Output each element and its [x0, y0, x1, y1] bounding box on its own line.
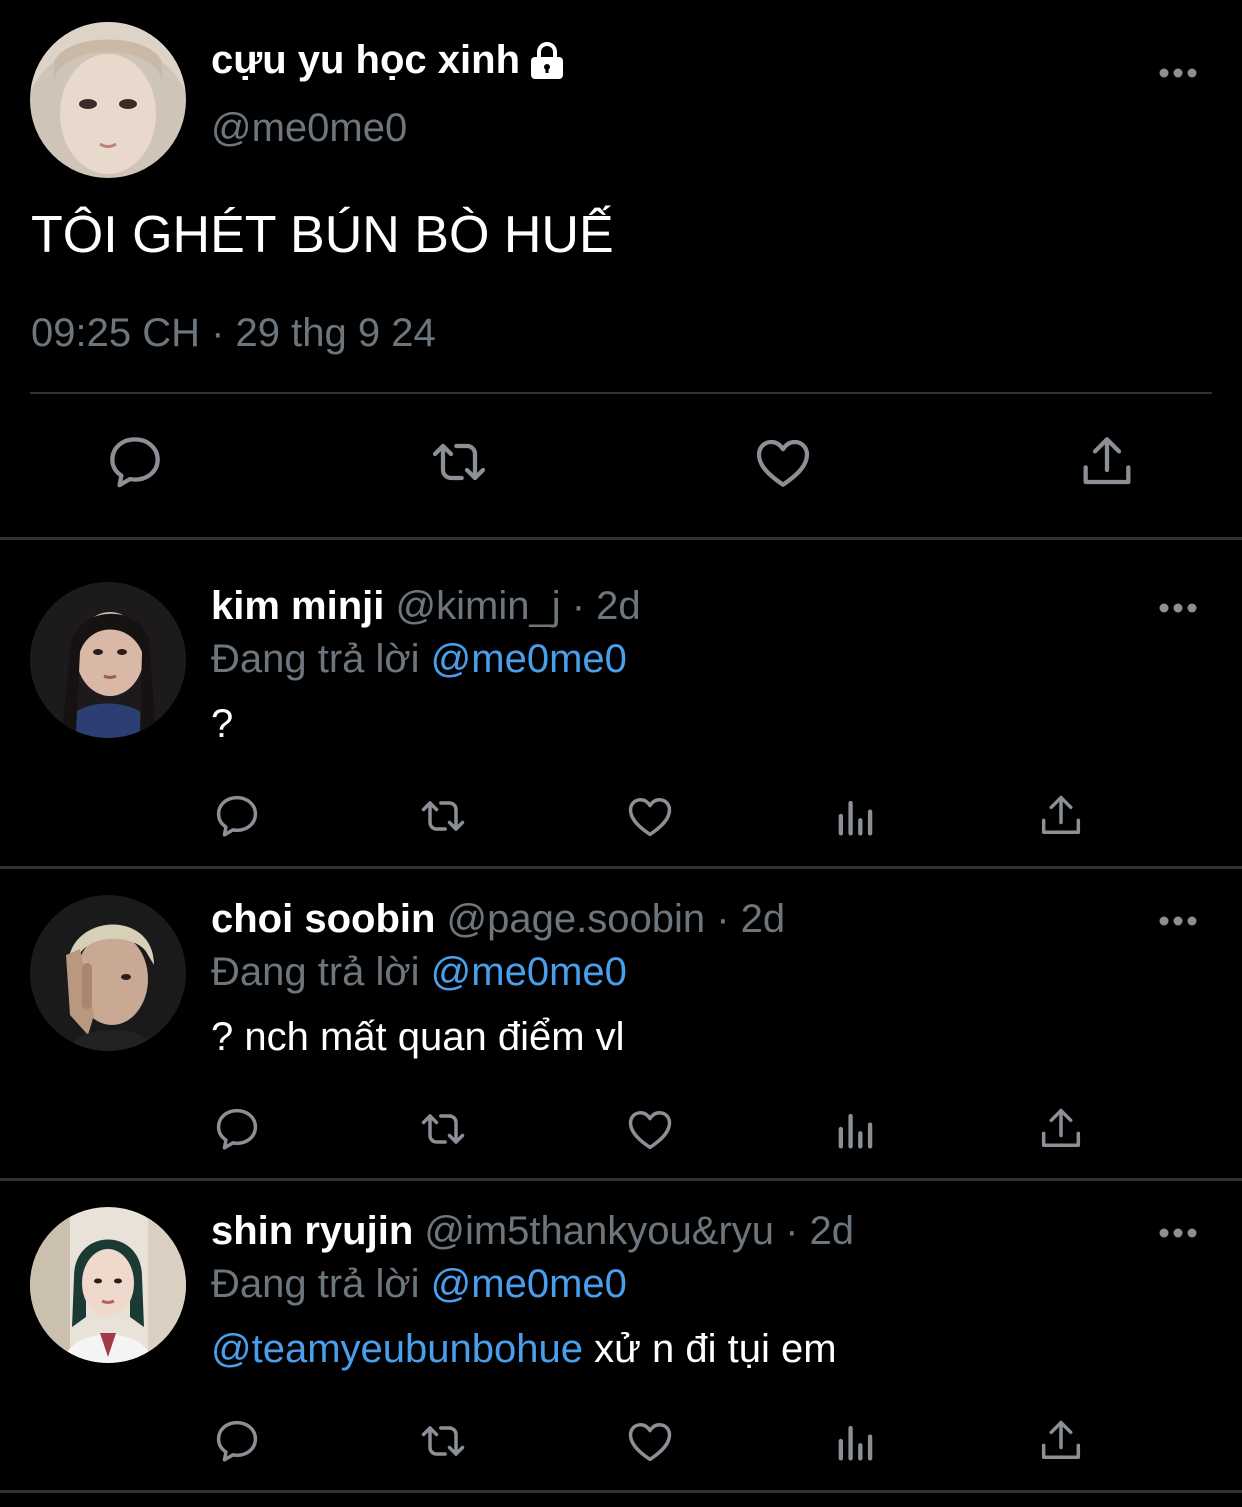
reply-tweet[interactable]: shin ryujin @im5thankyou&ryu · 2d Đang t…	[0, 1165, 1242, 1477]
display-name[interactable]: cựu yu học xinh	[211, 38, 520, 83]
reply-text: ?	[211, 702, 233, 747]
reply-text: ? nch mất quan điểm vl	[211, 1015, 625, 1060]
display-name[interactable]: choi soobin	[211, 897, 435, 941]
mention-link[interactable]: @me0me0	[431, 637, 627, 681]
share-icon[interactable]	[1035, 1415, 1087, 1467]
replying-to: Đang trả lời @me0me0	[211, 637, 627, 682]
analytics-icon[interactable]	[830, 1103, 882, 1155]
analytics-icon[interactable]	[830, 1415, 882, 1467]
avatar[interactable]	[30, 1207, 186, 1363]
tweet-actions	[0, 1415, 1242, 1467]
reply-body-text: ?	[211, 702, 234, 746]
share-icon[interactable]	[1035, 1103, 1087, 1155]
reply-body-text: ? nch mất quan điểm vl	[211, 1015, 625, 1059]
reply-header: shin ryujin @im5thankyou&ryu · 2d	[211, 1209, 854, 1254]
handle-time[interactable]: @kimin_j · 2d	[384, 584, 641, 628]
replying-label: Đang trả lời	[211, 950, 431, 994]
main-tweet: cựu yu học xinh @me0me0 TÔI GHÉT BÚN BÒ …	[0, 0, 1242, 538]
avatar-image	[30, 582, 186, 738]
main-display-name-row[interactable]: cựu yu học xinh	[211, 38, 566, 83]
more-icon[interactable]	[1158, 915, 1198, 927]
avatar[interactable]	[30, 582, 186, 738]
share-icon[interactable]	[1035, 790, 1087, 842]
avatar-image	[30, 895, 186, 1051]
handle[interactable]: @me0me0	[211, 106, 407, 151]
reply-icon[interactable]	[103, 430, 167, 494]
more-icon[interactable]	[1158, 602, 1198, 614]
reply-tweet[interactable]: choi soobin @page.soobin · 2d Đang trả l…	[0, 853, 1242, 1165]
avatar-image	[30, 22, 186, 178]
retweet-icon[interactable]	[417, 1103, 469, 1155]
lock-icon	[528, 41, 566, 81]
retweet-icon[interactable]	[417, 1415, 469, 1467]
reply-icon[interactable]	[211, 1103, 263, 1155]
mention-link[interactable]: @teamyeubunbohue	[211, 1327, 583, 1371]
display-name[interactable]: shin ryujin	[211, 1209, 413, 1253]
tweet-actions	[0, 1103, 1242, 1155]
avatar[interactable]	[30, 895, 186, 1051]
handle-time[interactable]: @im5thankyou&ryu · 2d	[413, 1209, 854, 1253]
display-name[interactable]: kim minji	[211, 584, 384, 628]
handle-time[interactable]: @page.soobin · 2d	[435, 897, 786, 941]
replying-to: Đang trả lời @me0me0	[211, 950, 627, 995]
avatar[interactable]	[30, 22, 186, 178]
reply-header: kim minji @kimin_j · 2d	[211, 584, 641, 629]
tweet-text: TÔI GHÉT BÚN BÒ HUẾ	[31, 206, 614, 264]
avatar-image	[30, 1207, 186, 1363]
replying-label: Đang trả lời	[211, 1262, 431, 1306]
like-icon[interactable]	[624, 790, 676, 842]
reply-body-text: xử n đi tụi em	[583, 1327, 837, 1371]
divider	[0, 1490, 1242, 1493]
divider	[30, 392, 1212, 394]
like-icon[interactable]	[624, 1415, 676, 1467]
mention-link[interactable]: @me0me0	[431, 950, 627, 994]
tweet-actions	[0, 430, 1242, 500]
tweet-timestamp: 09:25 CH · 29 thg 9 24	[31, 311, 436, 355]
reply-icon[interactable]	[211, 790, 263, 842]
mention-link[interactable]: @me0me0	[431, 1262, 627, 1306]
share-icon[interactable]	[1075, 430, 1139, 494]
reply-header: choi soobin @page.soobin · 2d	[211, 897, 785, 942]
retweet-icon[interactable]	[427, 430, 491, 494]
replying-to: Đang trả lời @me0me0	[211, 1262, 627, 1307]
analytics-icon[interactable]	[830, 790, 882, 842]
tweet-actions	[0, 790, 1242, 842]
more-icon[interactable]	[1158, 67, 1198, 79]
like-icon[interactable]	[751, 430, 815, 494]
reply-text: @teamyeubunbohue xử n đi tụi em	[211, 1327, 837, 1372]
reply-icon[interactable]	[211, 1415, 263, 1467]
retweet-icon[interactable]	[417, 790, 469, 842]
replying-label: Đang trả lời	[211, 637, 431, 681]
more-icon[interactable]	[1158, 1227, 1198, 1239]
like-icon[interactable]	[624, 1103, 676, 1155]
reply-tweet[interactable]: kim minji @kimin_j · 2d Đang trả lời @me…	[0, 540, 1242, 852]
